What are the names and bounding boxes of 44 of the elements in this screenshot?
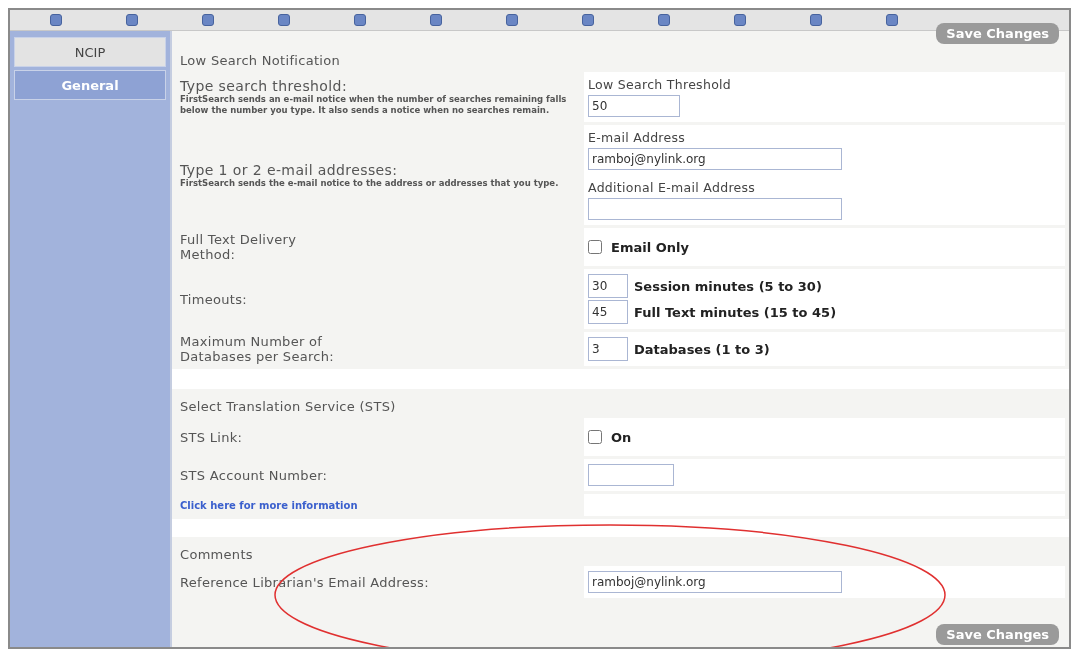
tab-page-icon[interactable] bbox=[734, 14, 746, 26]
unit-label: Databases (1 to 3) bbox=[634, 341, 770, 357]
more-info-link[interactable]: Click here for more information bbox=[180, 499, 578, 511]
checkbox-label: Email Only bbox=[611, 239, 689, 255]
setting-label: Type 1 or 2 e-mail addresses: bbox=[180, 161, 399, 178]
tab-page-icon[interactable] bbox=[354, 14, 366, 26]
text-field[interactable]: ramboj@nylink.org bbox=[588, 148, 842, 170]
tab-page-icon[interactable] bbox=[658, 14, 670, 26]
setting-label: Timeouts: bbox=[180, 291, 248, 307]
section-title: Low Search Notification bbox=[179, 52, 342, 70]
checkbox[interactable] bbox=[588, 430, 602, 444]
number-field[interactable]: 45 bbox=[588, 300, 628, 324]
tab-page-icon[interactable] bbox=[126, 14, 138, 26]
text-field[interactable]: ramboj@nylink.org bbox=[588, 571, 842, 593]
number-field[interactable]: 30 bbox=[588, 274, 628, 298]
text-field[interactable]: 50 bbox=[588, 95, 680, 117]
field-label: Additional E-mail Address bbox=[588, 180, 757, 195]
tab-page-icon[interactable] bbox=[278, 14, 290, 26]
tab-page-icon[interactable] bbox=[582, 14, 594, 26]
field-label: E-mail Address bbox=[588, 130, 687, 145]
field-label: Low Search Threshold bbox=[588, 77, 733, 92]
setting-label: STS Link: bbox=[180, 429, 244, 445]
tab-page-icon[interactable] bbox=[810, 14, 822, 26]
unit-label: Session minutes (5 to 30) bbox=[634, 278, 822, 294]
text-field[interactable] bbox=[588, 198, 842, 220]
section-title: Select Translation Service (STS) bbox=[179, 398, 397, 416]
checkbox-label: On bbox=[611, 429, 632, 445]
setting-description: FirstSearch sends an e-mail notice when the number of searches remaining falls below the number you type. It also sends a notice when no searches remain. bbox=[180, 94, 568, 116]
number-field[interactable]: 3 bbox=[588, 337, 628, 361]
tab-page-icon[interactable] bbox=[430, 14, 442, 26]
setting-label: Maximum Number of Databases per Search: bbox=[180, 334, 335, 364]
checkbox[interactable] bbox=[588, 240, 602, 254]
setting-label: Type search threshold: bbox=[180, 78, 348, 94]
tab-page-icon[interactable] bbox=[50, 14, 62, 26]
unit-label: Full Text minutes (15 to 45) bbox=[634, 304, 837, 320]
sidebar-item[interactable]: NCIP bbox=[14, 37, 166, 67]
tab-page-icon[interactable] bbox=[886, 14, 898, 26]
setting-description: FirstSearch sends the e-mail notice to the address or addresses that you type. bbox=[180, 177, 560, 189]
tab-page-icon[interactable] bbox=[202, 14, 214, 26]
tab-page-icon[interactable] bbox=[506, 14, 518, 26]
setting-label: Full Text Delivery Method: bbox=[180, 232, 298, 262]
section-title: Comments bbox=[179, 546, 254, 564]
text-field[interactable] bbox=[588, 464, 674, 486]
setting-label: STS Account Number: bbox=[180, 467, 329, 483]
